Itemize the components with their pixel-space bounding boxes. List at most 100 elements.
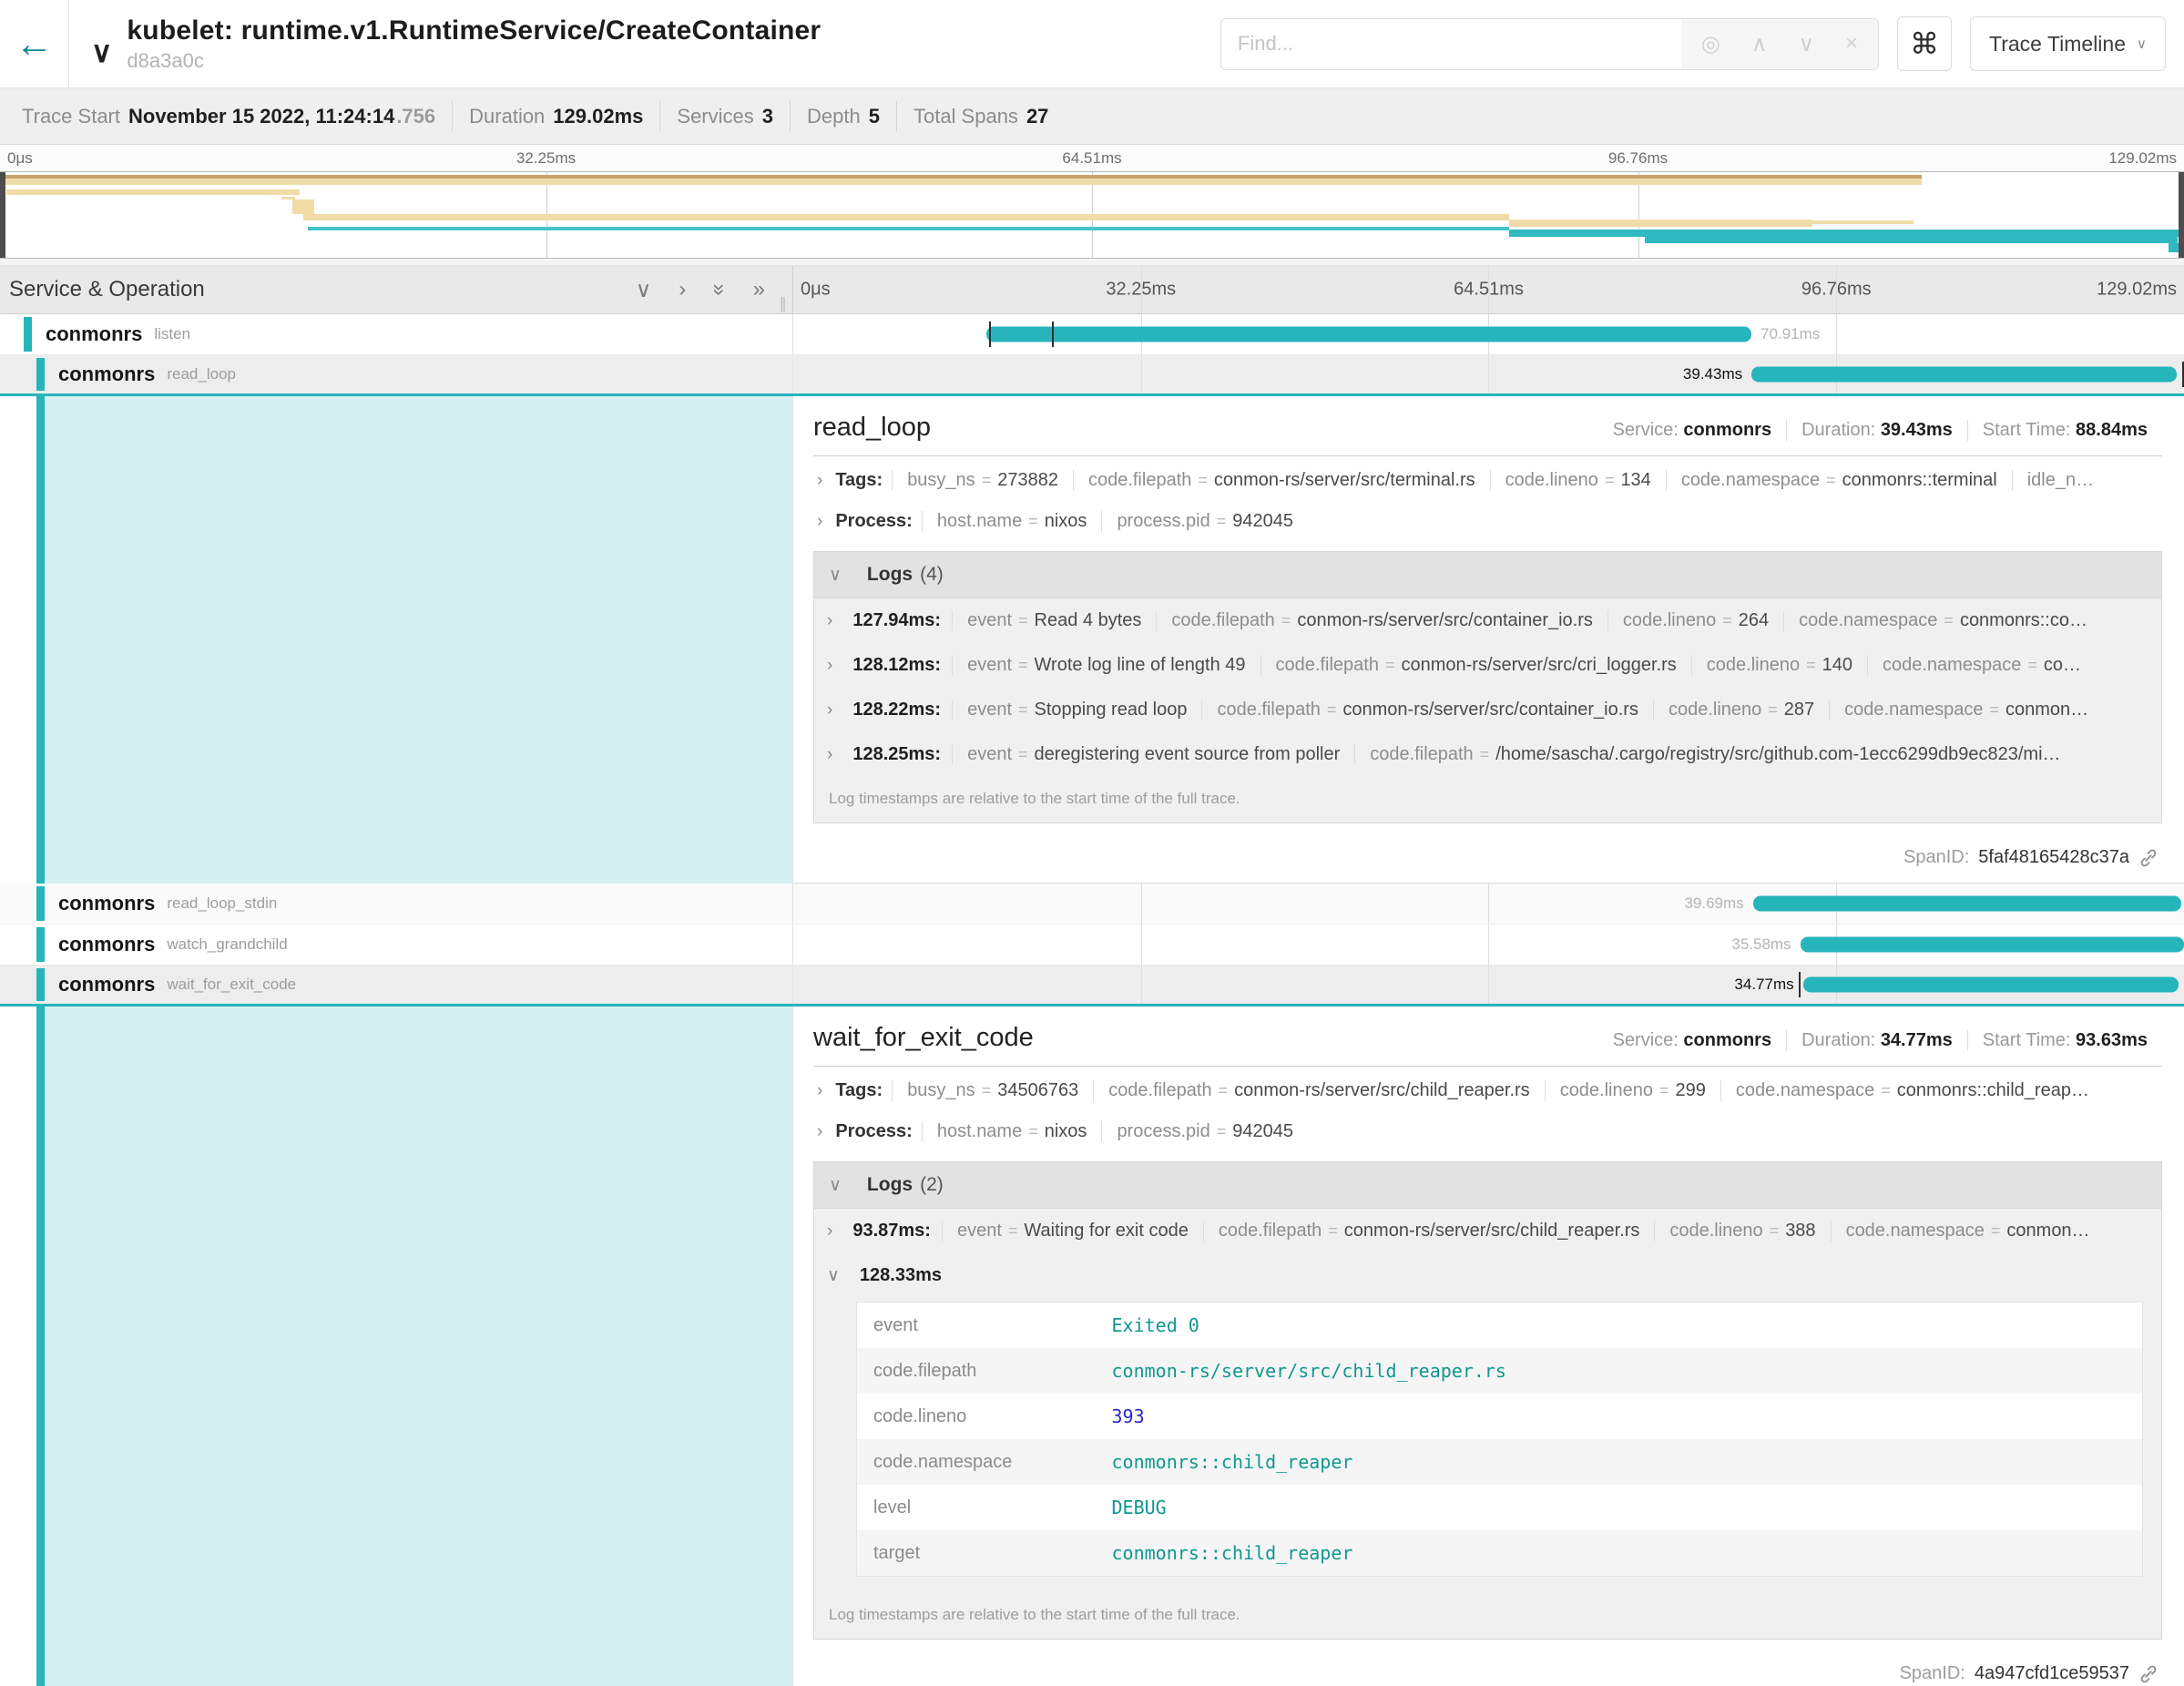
span-bar[interactable] <box>1753 896 2181 912</box>
span-row-left[interactable]: conmonrsread_loop <box>0 355 793 393</box>
log-timestamp: 127.94ms: <box>852 610 941 631</box>
find-input[interactable] <box>1221 19 1681 69</box>
logs-footnote: Log timestamps are relative to the start… <box>814 1593 2161 1639</box>
previous-result-icon[interactable]: ∧ <box>1751 31 1768 57</box>
minimap-span-bar <box>292 199 314 214</box>
tag-value: co… <box>2044 655 2081 675</box>
log-field-value: Exited 0 <box>1096 1303 2143 1349</box>
tag-value: conmon… <box>2005 700 2088 720</box>
span-row[interactable]: conmonrsread_loop_stdin 39.69ms <box>0 884 2184 925</box>
locate-icon[interactable]: ◎ <box>1701 31 1720 57</box>
chevron-right-icon[interactable]: › <box>817 1122 822 1142</box>
link-icon[interactable] <box>2138 1664 2158 1684</box>
span-row-left[interactable]: conmonrslisten <box>0 314 793 354</box>
meta-label: Duration: <box>1801 420 1881 440</box>
expand-one-icon[interactable]: › <box>679 277 686 302</box>
span-row-left[interactable]: conmonrsread_loop_stdin <box>0 884 793 924</box>
equals-sign: = <box>1770 1221 1780 1240</box>
chevron-right-icon: › <box>827 1221 832 1242</box>
log-entry[interactable]: ›128.12ms:event=Wrote log line of length… <box>814 643 2161 688</box>
minimap-scrubber-right[interactable] <box>2179 172 2184 258</box>
tag-item: code.namespace=conmonrs::child_reap… <box>1720 1080 2104 1101</box>
tag-value: nixos <box>1045 1121 1087 1141</box>
timeline-minimap[interactable] <box>0 171 2184 259</box>
span-bar[interactable] <box>1801 937 2184 953</box>
equals-sign: = <box>1018 745 1028 763</box>
log-field: code.filepath=conmon-rs/server/src/child… <box>1203 1221 1655 1242</box>
collapse-one-icon[interactable]: ∨ <box>636 277 652 303</box>
tag-key: code.lineno <box>1505 470 1598 490</box>
span-row-timeline[interactable]: 35.58ms <box>793 925 2184 965</box>
logs-header[interactable]: ∨Logs(4) <box>814 552 2161 598</box>
back-button[interactable]: ← <box>0 0 69 87</box>
tag-item: code.filepath=conmon-rs/server/src/child… <box>1093 1080 1545 1101</box>
minimap-scrubber-left[interactable] <box>0 172 5 258</box>
span-row[interactable]: conmonrswatch_grandchild35.58ms <box>0 925 2184 966</box>
log-timestamp: 128.25ms: <box>852 744 941 765</box>
equals-sign: = <box>1881 1081 1891 1099</box>
next-result-icon[interactable]: ∨ <box>1798 31 1814 57</box>
expand-collapse-controls: ∨ › » » <box>636 277 792 303</box>
tag-key: event <box>967 610 1012 630</box>
chevron-down-icon: ∨ <box>829 1175 842 1196</box>
tag-key: idle_n… <box>2027 470 2094 490</box>
minimap-span-bar <box>1812 220 1913 224</box>
trace-title-block: kubelet: runtime.v1.RuntimeService/Creat… <box>127 15 821 73</box>
log-entry[interactable]: ›128.22ms:event=Stopping read loopcode.f… <box>814 688 2161 732</box>
column-resizer-handle[interactable]: ∥ <box>780 295 788 313</box>
operation-name: read_loop <box>167 365 236 383</box>
span-row[interactable]: conmonrsread_loop39.43ms <box>0 355 2184 396</box>
log-field: code.lineno=140 <box>1691 655 1867 676</box>
chevron-right-icon[interactable]: › <box>817 1081 822 1101</box>
span-duration-label: 39.69ms <box>1684 894 1743 913</box>
span-row[interactable]: conmonrslisten70.91ms <box>0 314 2184 355</box>
summary-label: Trace Start <box>22 105 120 128</box>
view-selector-dropdown[interactable]: Trace Timeline ∨ <box>1970 16 2166 71</box>
log-entry-expanded-header[interactable]: ∨128.33ms <box>814 1253 2161 1298</box>
tag-key: code.namespace <box>1681 470 1820 490</box>
tags-row: ›Tags:busy_ns=273882code.filepath=conmon… <box>813 460 2162 501</box>
tag-item: code.filepath=conmon-rs/server/src/termi… <box>1073 470 1490 491</box>
detail-service-stripe <box>36 1006 45 1686</box>
expand-all-icon[interactable]: » <box>753 277 765 302</box>
span-bar[interactable] <box>1803 977 2179 993</box>
chevron-down-icon[interactable]: ∨ <box>91 35 112 69</box>
log-entry[interactable]: ›128.25ms:event=deregistering event sour… <box>814 732 2161 777</box>
process-item: process.pid=942045 <box>1101 1121 1308 1142</box>
span-row-timeline[interactable]: 39.69ms <box>793 884 2184 924</box>
equals-sign: = <box>1217 512 1227 530</box>
keyboard-shortcuts-button[interactable]: ⌘ <box>1897 16 1952 71</box>
logs-header[interactable]: ∨Logs(2) <box>814 1162 2161 1209</box>
tag-key: event <box>967 655 1012 675</box>
tag-item: code.lineno=134 <box>1490 470 1666 491</box>
span-row-left[interactable]: conmonrswatch_grandchild <box>0 925 793 965</box>
timeline-tick: 32.25ms <box>516 149 576 168</box>
span-row-timeline[interactable]: 34.77ms <box>793 966 2184 1004</box>
tag-value: conmon-rs/server/src/cri_logger.rs <box>1401 655 1676 675</box>
span-row-timeline[interactable]: 39.43ms <box>793 355 2184 393</box>
span-row-timeline[interactable]: 70.91ms <box>793 314 2184 354</box>
chevron-right-icon[interactable]: › <box>817 512 822 532</box>
timeline-tick: 96.76ms <box>1801 280 1872 301</box>
span-rows: conmonrslisten70.91msconmonrsread_loop39… <box>0 314 2184 1686</box>
tag-value: conmon-rs/server/src/terminal.rs <box>1214 470 1475 490</box>
span-bar[interactable] <box>1751 367 2177 383</box>
service-name: conmonrs <box>58 933 155 956</box>
log-field-value: conmonrs::child_reaper <box>1096 1439 2143 1485</box>
link-icon[interactable] <box>2138 848 2158 868</box>
span-row-left[interactable]: conmonrswait_for_exit_code <box>0 966 793 1004</box>
span-bar[interactable] <box>986 327 1751 342</box>
tag-item: code.namespace=conmonrs::terminal <box>1666 470 2012 491</box>
collapse-all-icon[interactable]: » <box>707 283 732 295</box>
span-detail-panel: wait_for_exit_codeService: conmonrsDurat… <box>0 1006 2184 1686</box>
meta-label: Start Time: <box>1983 420 2076 440</box>
span-detail-panel: read_loopService: conmonrsDuration: 39.4… <box>0 396 2184 884</box>
tag-key: code.namespace <box>1846 1221 1985 1241</box>
tag-key: code.filepath <box>1219 1221 1322 1241</box>
tag-item: idle_n… <box>2012 470 2108 491</box>
log-entry[interactable]: ›93.87ms:event=Waiting for exit codecode… <box>814 1209 2161 1253</box>
span-row[interactable]: conmonrswait_for_exit_code34.77ms <box>0 966 2184 1006</box>
chevron-right-icon[interactable]: › <box>817 471 822 491</box>
clear-search-icon[interactable]: × <box>1845 31 1858 56</box>
log-entry[interactable]: ›127.94ms:event=Read 4 bytescode.filepat… <box>814 598 2161 643</box>
